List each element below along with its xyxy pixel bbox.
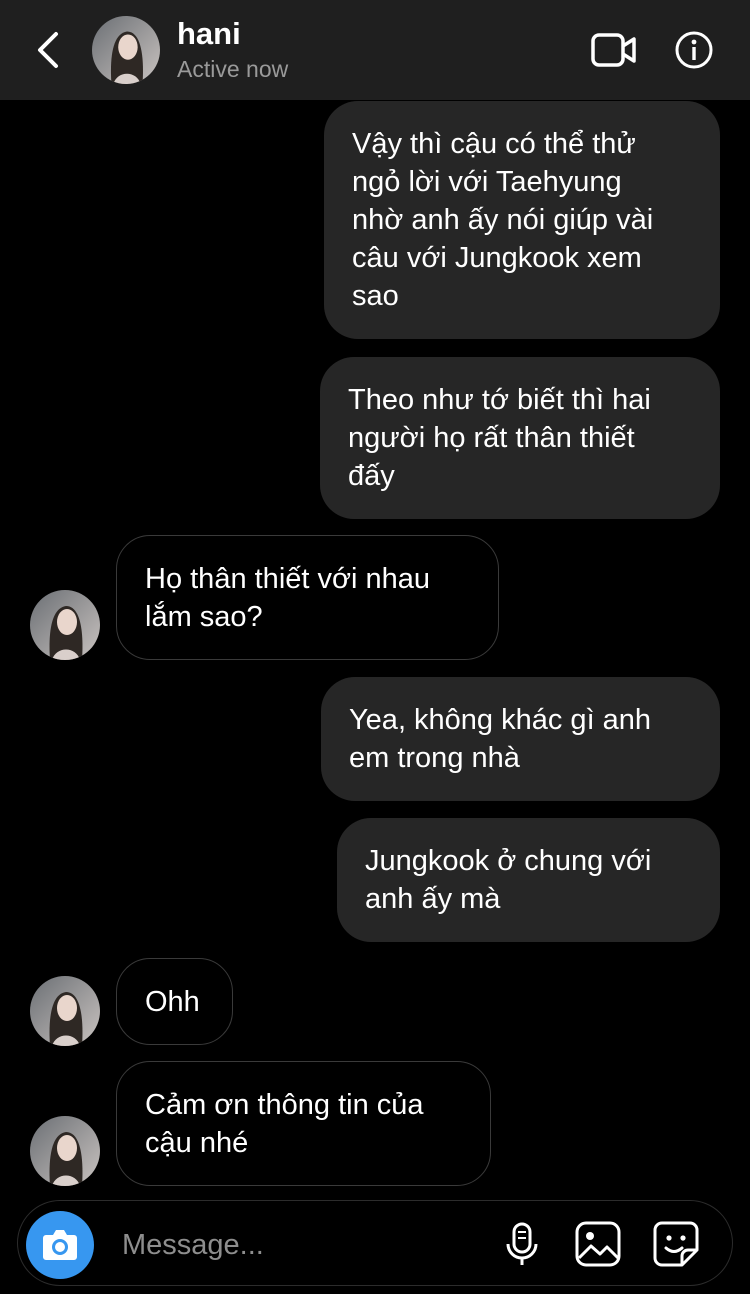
message-line: Họ thân thiết với nhau xyxy=(145,563,431,595)
sender-avatar[interactable] xyxy=(30,976,100,1046)
message-bubble-outgoing[interactable]: Vậy thì cậu có thể thử ngỏ lời với Taehy… xyxy=(324,101,720,339)
contact-name[interactable]: hani xyxy=(177,16,241,52)
back-arrow-icon[interactable] xyxy=(30,28,66,72)
message-line: Vậy thì cậu có thể thử xyxy=(352,128,636,160)
message-line: câu với Jungkook xem xyxy=(352,242,642,274)
camera-button[interactable] xyxy=(26,1211,94,1279)
message-line: Jungkook ở chung với xyxy=(365,845,652,877)
message-bubble-incoming[interactable]: Họ thân thiết với nhau lắm sao? xyxy=(116,535,499,660)
camera-icon xyxy=(43,1230,77,1260)
message-line: Ohh xyxy=(145,986,200,1018)
message-line: lắm sao? xyxy=(145,601,263,633)
chat-header: hani Active now xyxy=(0,0,750,100)
sender-avatar[interactable] xyxy=(30,590,100,660)
message-input[interactable] xyxy=(120,1222,484,1268)
message-bubble-incoming[interactable]: Ohh xyxy=(116,958,233,1045)
header-avatar[interactable] xyxy=(92,16,160,84)
message-line: anh ấy mà xyxy=(365,883,501,915)
sender-avatar[interactable] xyxy=(30,1116,100,1186)
sticker-icon[interactable] xyxy=(652,1220,700,1268)
message-line: Cảm ơn thông tin của xyxy=(145,1089,424,1121)
message-bubble-outgoing[interactable]: Theo như tớ biết thì hai người họ rất th… xyxy=(320,357,720,519)
microphone-icon[interactable] xyxy=(498,1220,546,1268)
message-line: đấy xyxy=(348,460,395,492)
active-status: Active now xyxy=(177,56,289,82)
message-line: sao xyxy=(352,280,399,312)
gallery-icon[interactable] xyxy=(574,1220,622,1268)
message-line: em trong nhà xyxy=(349,742,520,774)
message-line: người họ rất thân thiết xyxy=(348,422,635,454)
message-line: Theo như tớ biết thì hai xyxy=(348,384,651,416)
message-line: cậu nhé xyxy=(145,1127,249,1159)
video-call-icon[interactable] xyxy=(590,30,638,70)
message-bubble-outgoing[interactable]: Yea, không khác gì anh em trong nhà xyxy=(321,677,720,801)
message-bubble-incoming[interactable]: Cảm ơn thông tin của cậu nhé xyxy=(116,1061,491,1186)
message-line: ngỏ lời với Taehyung xyxy=(352,166,622,198)
message-bubble-outgoing[interactable]: Jungkook ở chung với anh ấy mà xyxy=(337,818,720,942)
info-icon[interactable] xyxy=(674,30,714,70)
message-line: nhờ anh ấy nói giúp vài xyxy=(352,204,654,236)
message-line: Yea, không khác gì anh xyxy=(349,704,652,736)
